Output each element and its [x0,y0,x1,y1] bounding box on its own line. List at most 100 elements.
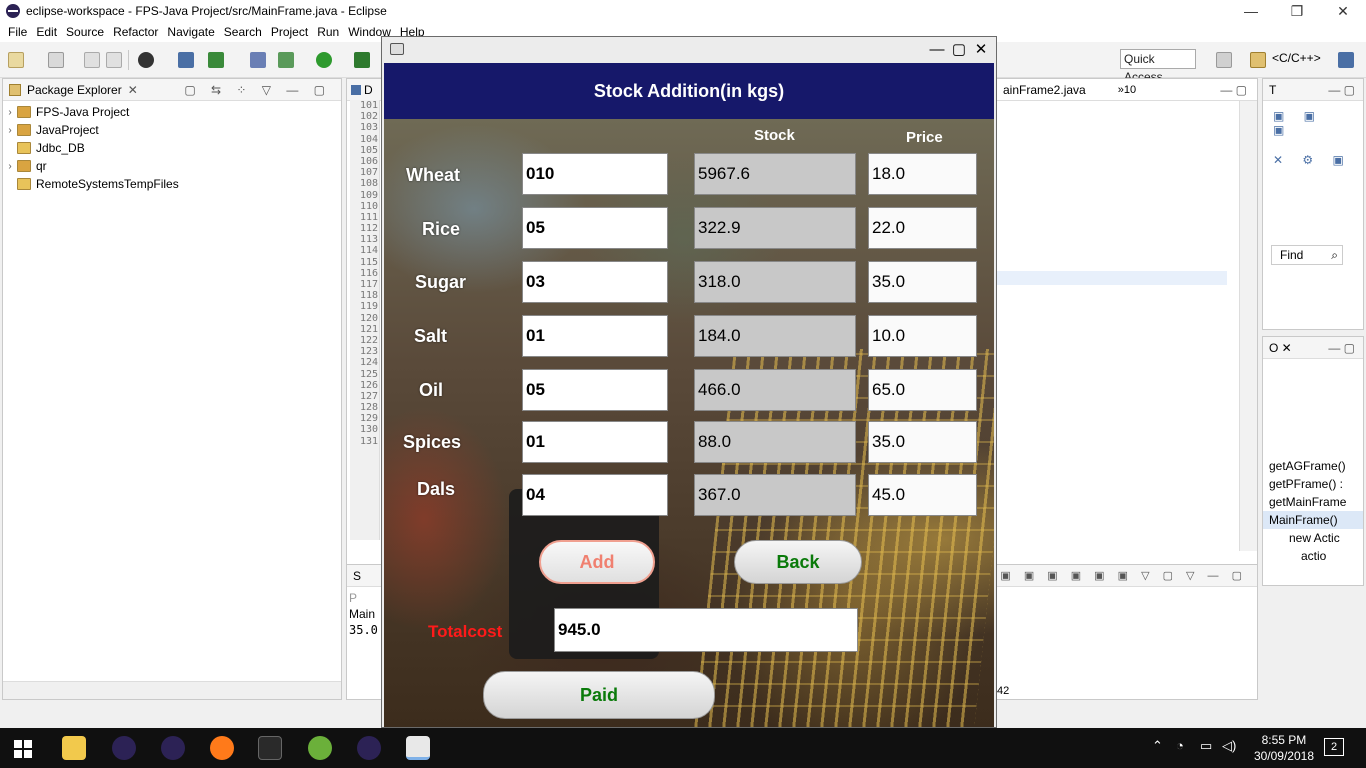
menu-project[interactable]: Project [267,25,312,39]
outline-item-selected[interactable]: MainFrame() [1263,511,1363,529]
eclipse-taskbar-icon-3[interactable] [357,736,381,760]
menu-file[interactable]: File [4,25,31,39]
open-perspective-icon[interactable] [1216,52,1232,68]
back-button[interactable]: Back [734,540,862,584]
package-explorer-title[interactable]: Package Explorer [27,83,122,97]
task-list-panel: T — ▢ ▣ ▣ ▣ ✕ ⚙ ▣ Find ⌕ [1262,78,1364,330]
outline-item[interactable]: actio [1263,547,1363,565]
tree-item-fps-java-project[interactable]: › FPS-Java Project [3,103,341,121]
tree-item-label: Jdbc_DB [36,141,85,155]
expand-icon[interactable]: › [3,107,17,118]
run-icon[interactable] [316,52,332,68]
add-button[interactable]: Add [539,540,655,584]
stock-field-spices: 88.0 [694,421,856,463]
expand-icon[interactable]: › [3,161,17,172]
task-list-tab[interactable]: T [1269,83,1276,97]
tree-item-javaproject[interactable]: › JavaProject [3,121,341,139]
price-field-wheat[interactable]: 18.0 [868,153,977,195]
start-windows-icon[interactable] [14,740,32,758]
outline-tab[interactable]: O ✕ [1269,341,1292,355]
new-icon[interactable] [8,52,24,68]
editor-tab[interactable]: D [347,79,381,101]
battery-icon[interactable]: ▭ [1200,738,1212,754]
qty-input-salt[interactable]: 01 [522,315,668,357]
expand-icon[interactable]: › [3,125,17,136]
find-field[interactable]: Find ⌕ [1271,245,1343,265]
open-type-icon[interactable] [48,52,64,68]
dialog-close-button[interactable]: ✕ [970,39,992,61]
volume-icon[interactable]: ◁) [1222,738,1236,754]
pin-icon[interactable] [250,52,266,68]
console-icon[interactable] [178,52,194,68]
menu-search[interactable]: Search [220,25,266,39]
qty-input-wheat[interactable]: 010 [522,153,668,195]
price-field-spices[interactable]: 35.0 [868,421,977,463]
view-menu-icons[interactable]: ▢ ⇆ ⁘ ▽ — ▢ [184,83,331,97]
menu-run[interactable]: Run [313,25,343,39]
clock[interactable]: 8:55 PM 30/09/2018 [1254,732,1314,764]
bottom-tab[interactable]: S [353,569,361,583]
menu-navigate[interactable]: Navigate [163,25,218,39]
outline-item[interactable]: getMainFrame [1263,493,1363,511]
java-app-taskbar-icon[interactable] [406,736,430,760]
save-icon[interactable] [84,52,100,68]
task-toolbar-icons[interactable]: ▣ ▣ ▣ [1263,101,1363,145]
network-icon[interactable]: ◔ [1176,738,1184,753]
outline-item[interactable]: new Actic [1263,529,1363,547]
item-label-dals: Dals [417,479,456,499]
qty-input-spices[interactable]: 01 [522,421,668,463]
view-controls[interactable]: — ▢ [1328,83,1355,97]
price-field-oil[interactable]: 65.0 [868,369,977,411]
total-cost-field[interactable]: 945.0 [554,608,858,652]
price-field-sugar[interactable]: 35.0 [868,261,977,303]
cpp-perspective-icon[interactable] [1250,52,1266,68]
outline-item[interactable]: getAGFrame() [1263,457,1363,475]
qty-input-dals[interactable]: 04 [522,474,668,516]
vertical-scrollbar[interactable] [1239,101,1257,551]
tree-item-jdbc-db[interactable]: Jdbc_DB [3,139,341,157]
menu-refactor[interactable]: Refactor [109,25,162,39]
horizontal-scrollbar[interactable] [3,681,341,699]
price-field-dals[interactable]: 45.0 [868,474,977,516]
tree-item-remote-systems[interactable]: RemoteSystemsTempFiles [3,175,341,193]
price-field-rice[interactable]: 22.0 [868,207,977,249]
file-explorer-icon[interactable] [62,736,86,760]
utorrent-icon[interactable] [308,736,332,760]
minimize-button[interactable]: — [1228,0,1274,22]
editor-tab-mainframe2[interactable]: ainFrame2.java [1003,83,1086,97]
mysql-icon[interactable] [258,736,282,760]
task-filter-icons[interactable]: ✕ ⚙ ▣ [1263,145,1363,175]
qty-input-oil[interactable]: 05 [522,369,668,411]
minimize-maximize-icons[interactable]: — ▢ [1220,83,1247,97]
java-perspective-icon[interactable] [1338,52,1354,68]
overflow-tabs[interactable]: »10 [1118,84,1136,96]
view-controls[interactable]: — ▢ [1328,341,1355,355]
paid-button[interactable]: Paid [483,671,715,719]
external-tools-icon[interactable] [354,52,370,68]
dialog-maximize-button[interactable]: ▢ [948,39,970,61]
eclipse-taskbar-icon-2[interactable] [161,736,185,760]
tree-item-label: qr [36,159,47,173]
firefox-icon[interactable] [210,736,234,760]
perspective-label[interactable]: <C/C++> [1272,51,1321,65]
close-button[interactable]: ✕ [1320,0,1366,22]
task-icon[interactable] [208,52,224,68]
eclipse-taskbar-icon[interactable] [112,736,136,760]
qty-input-rice[interactable]: 05 [522,207,668,249]
notification-center[interactable]: 2 [1324,738,1344,756]
menu-edit[interactable]: Edit [32,25,61,39]
price-field-salt[interactable]: 10.0 [868,315,977,357]
quick-access-field[interactable]: Quick Access [1120,49,1196,84]
outline-item[interactable]: getPFrame() : [1263,475,1363,493]
tree-item-label: RemoteSystemsTempFiles [36,177,179,191]
debug-icon[interactable] [278,52,294,68]
show-hidden-icons[interactable]: ⌃ [1152,738,1163,754]
close-tab-icon[interactable]: ✕ [128,83,138,97]
restore-button[interactable]: ❐ [1274,0,1320,22]
qty-input-sugar[interactable]: 03 [522,261,668,303]
dialog-minimize-button[interactable]: — [926,39,948,61]
user-icon[interactable] [138,52,154,68]
save-all-icon[interactable] [106,52,122,68]
menu-source[interactable]: Source [62,25,108,39]
tree-item-qr[interactable]: › qr [3,157,341,175]
